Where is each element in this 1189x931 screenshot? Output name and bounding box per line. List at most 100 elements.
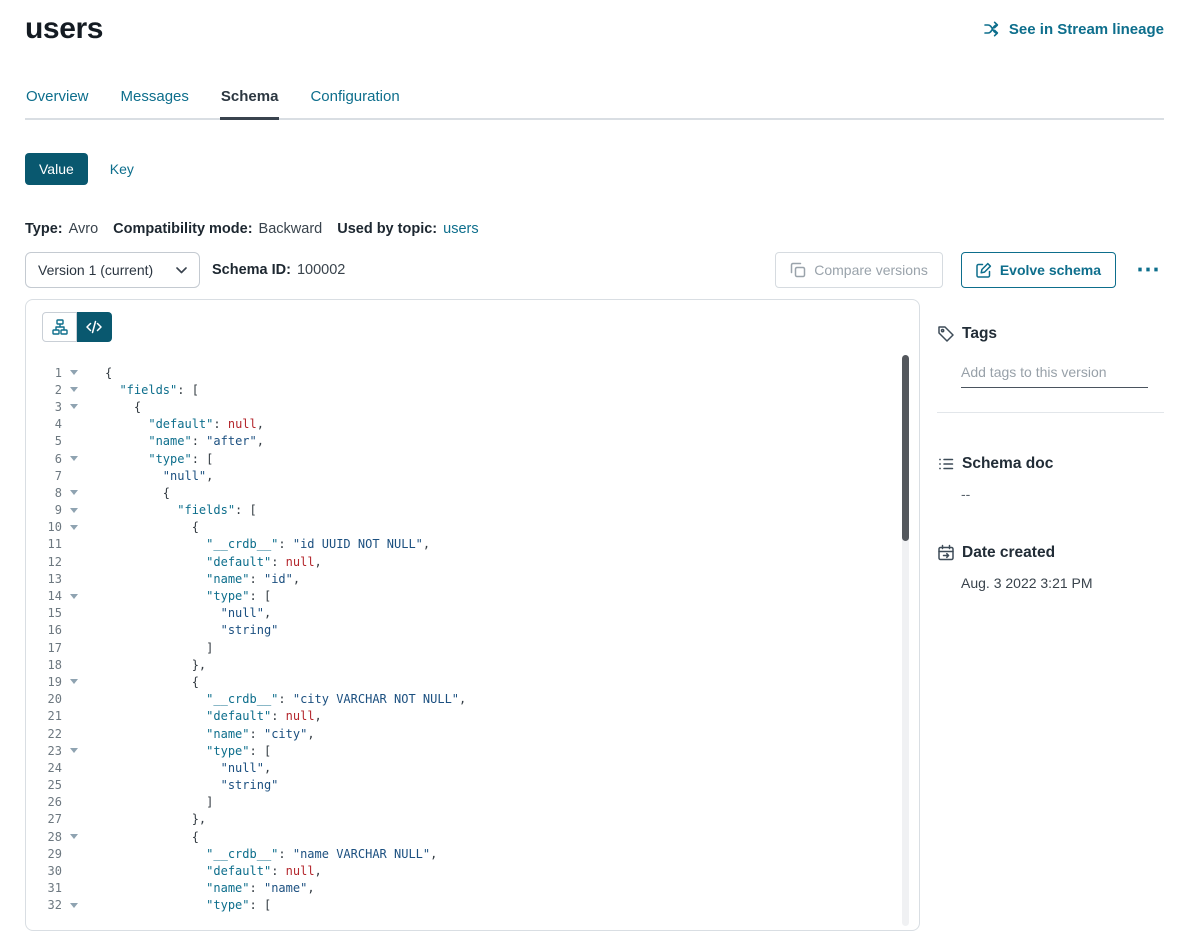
- compare-versions-label: Compare versions: [814, 262, 928, 278]
- fold-arrow-icon: [70, 748, 78, 753]
- code-text: "type": [: [105, 744, 271, 758]
- code-text: {: [105, 486, 170, 500]
- evolve-schema-button[interactable]: Evolve schema: [961, 252, 1116, 288]
- code-line: 6 "type": [: [42, 450, 919, 467]
- code-text: "default": null,: [105, 555, 322, 569]
- tab-configuration[interactable]: Configuration: [309, 88, 400, 118]
- compare-versions-button[interactable]: Compare versions: [775, 252, 943, 288]
- sidebar: Tags Schema doc --: [937, 299, 1164, 931]
- code-text: "fields": [: [105, 383, 199, 397]
- fold-toggle[interactable]: [62, 679, 86, 684]
- schema-doc-section: Schema doc --: [937, 455, 1164, 502]
- date-created-title: Date created: [962, 544, 1055, 562]
- line-number: 22: [42, 727, 62, 741]
- fold-toggle[interactable]: [62, 903, 86, 908]
- fold-toggle[interactable]: [62, 456, 86, 461]
- code-line: 25 "string": [42, 777, 919, 794]
- toggle-key-button[interactable]: Key: [110, 161, 134, 177]
- more-options-button[interactable]: ⋯: [1134, 264, 1164, 276]
- fold-toggle[interactable]: [62, 748, 86, 753]
- meta-label: Compatibility mode:: [113, 221, 252, 237]
- scrollbar-thumb[interactable]: [902, 355, 909, 541]
- version-select[interactable]: Version 1 (current): [25, 252, 200, 288]
- tags-input[interactable]: [961, 364, 1148, 388]
- line-number: 27: [42, 812, 62, 826]
- tree-view-button[interactable]: [42, 312, 77, 342]
- code-text: {: [105, 366, 112, 380]
- code-text: "default": null,: [105, 709, 322, 723]
- code-text: "name": "after",: [105, 434, 264, 448]
- code-line: 9 "fields": [: [42, 502, 919, 519]
- stream-lineage-link[interactable]: See in Stream lineage: [984, 21, 1164, 38]
- editor-scrollbar[interactable]: [902, 355, 909, 926]
- code-line: 14 "type": [: [42, 587, 919, 604]
- tree-view-icon: [52, 319, 68, 335]
- code-text: "string": [105, 623, 278, 637]
- line-number: 23: [42, 744, 62, 758]
- divider: [937, 412, 1164, 413]
- code-text: "__crdb__": "city VARCHAR NOT NULL",: [105, 692, 466, 706]
- code-text: "null",: [105, 606, 271, 620]
- code-text: "default": null,: [105, 417, 264, 431]
- code-line: 8 {: [42, 484, 919, 501]
- code-line: 31 "name": "name",: [42, 880, 919, 897]
- code-line: 2 "fields": [: [42, 381, 919, 398]
- fold-toggle[interactable]: [62, 508, 86, 513]
- line-number: 3: [42, 400, 62, 414]
- code-text: "type": [: [105, 589, 271, 603]
- meta-label: Used by topic:: [337, 221, 437, 237]
- code-line: 18 },: [42, 656, 919, 673]
- page-title: users: [25, 12, 103, 46]
- tags-header: Tags: [937, 325, 1164, 343]
- code-text: "fields": [: [105, 503, 257, 517]
- code-line: 32 "type": [: [42, 897, 919, 914]
- schema-page: users See in Stream lineage Overview Mess…: [0, 0, 1189, 916]
- line-number: 14: [42, 589, 62, 603]
- topic-link[interactable]: users: [443, 221, 478, 237]
- calendar-icon: [937, 544, 955, 562]
- schema-id-value: 100002: [297, 262, 345, 278]
- code-line: 11 "__crdb__": "id UUID NOT NULL",: [42, 536, 919, 553]
- tab-bar: Overview Messages Schema Configuration: [25, 88, 1164, 120]
- code-line: 15 "null",: [42, 605, 919, 622]
- evolve-schema-label: Evolve schema: [1000, 262, 1101, 278]
- fold-arrow-icon: [70, 404, 78, 409]
- version-row: Version 1 (current) Schema ID: 100002 Co…: [25, 252, 1164, 288]
- fold-arrow-icon: [70, 456, 78, 461]
- fold-toggle[interactable]: [62, 404, 86, 409]
- tab-messages[interactable]: Messages: [120, 88, 190, 118]
- code-line: 4 "default": null,: [42, 416, 919, 433]
- line-number: 9: [42, 503, 62, 517]
- code-view-button[interactable]: [77, 312, 112, 342]
- code-text: {: [105, 830, 199, 844]
- tab-overview[interactable]: Overview: [25, 88, 90, 118]
- stream-lineage-label: See in Stream lineage: [1009, 21, 1164, 38]
- fold-toggle[interactable]: [62, 370, 86, 375]
- code-line: 29 "__crdb__": "name VARCHAR NULL",: [42, 845, 919, 862]
- line-number: 28: [42, 830, 62, 844]
- code-text: },: [105, 658, 206, 672]
- fold-arrow-icon: [70, 370, 78, 375]
- version-actions: Compare versions Evolve schema ⋯: [775, 252, 1164, 288]
- fold-arrow-icon: [70, 903, 78, 908]
- fold-toggle[interactable]: [62, 525, 86, 530]
- date-created-section: Date created Aug. 3 2022 3:21 PM: [937, 544, 1164, 591]
- line-number: 2: [42, 383, 62, 397]
- meta-item: Used by topic: users: [337, 221, 478, 237]
- code-text: "type": [: [105, 898, 271, 912]
- code-text: "string": [105, 778, 278, 792]
- line-number: 8: [42, 486, 62, 500]
- fold-toggle[interactable]: [62, 834, 86, 839]
- code-text: "type": [: [105, 452, 213, 466]
- tab-schema[interactable]: Schema: [220, 88, 280, 118]
- code-text: {: [105, 400, 141, 414]
- toggle-value-button[interactable]: Value: [25, 153, 88, 185]
- fold-arrow-icon: [70, 834, 78, 839]
- fold-toggle[interactable]: [62, 594, 86, 599]
- fold-toggle[interactable]: [62, 387, 86, 392]
- fold-toggle[interactable]: [62, 490, 86, 495]
- line-number: 1: [42, 366, 62, 380]
- code-text: ]: [105, 641, 213, 655]
- tag-icon: [937, 325, 955, 343]
- code-line: 16 "string": [42, 622, 919, 639]
